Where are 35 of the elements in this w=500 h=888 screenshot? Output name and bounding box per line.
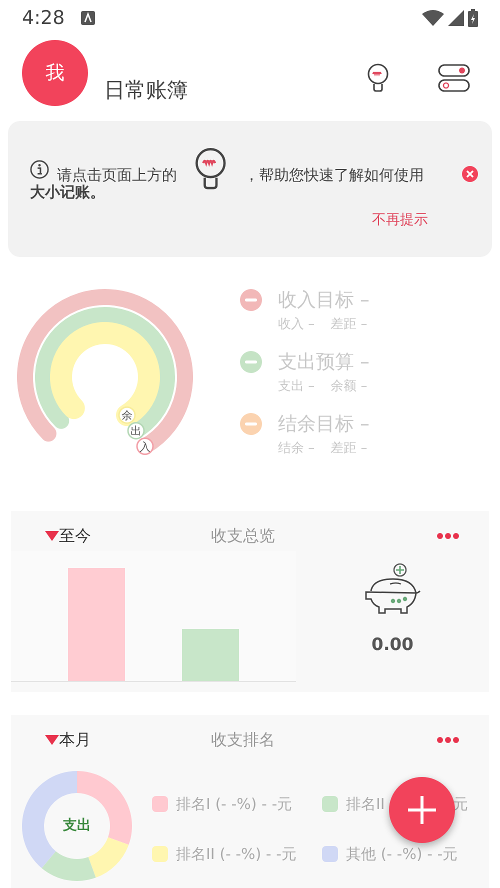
signal-icon (448, 10, 464, 26)
notification-icon (80, 11, 95, 25)
tip-text: ，帮助您快速了解如何使用 (244, 164, 424, 186)
battery-icon (468, 9, 478, 27)
legend-label: 排名I (- -%) - -元 (176, 794, 292, 814)
card-title: 收支排名 (211, 729, 275, 751)
more-button[interactable] (437, 736, 459, 744)
plus-icon (407, 795, 437, 825)
status-time: 4:28 (22, 6, 65, 31)
card-title: 收支总览 (211, 525, 275, 547)
piggy-bank-icon (362, 563, 422, 617)
legend-label: 其他 (- -%) - -元 (346, 844, 458, 865)
legend-label: 排名II (346, 794, 385, 814)
tip-text: 大小记账。 (30, 182, 105, 203)
dropdown-caret-icon (45, 531, 59, 541)
close-button[interactable] (462, 166, 478, 182)
period-dropdown[interactable]: 至今 (45, 524, 91, 548)
ring-label: 入 (136, 438, 154, 456)
ring-label: 出 (127, 422, 145, 440)
period-dropdown[interactable]: 本月 (45, 728, 91, 752)
ledger-title: 日常账簿 (104, 76, 188, 104)
dropdown-caret-icon (45, 735, 59, 745)
more-button[interactable] (437, 532, 459, 540)
bulb-icon (193, 147, 228, 191)
tip-text: 请点击页面上方的 (57, 164, 177, 184)
settings-toggles-icon[interactable] (438, 64, 470, 92)
legend-label: 元 (452, 794, 468, 814)
avatar-button[interactable]: 我 (22, 40, 88, 106)
balance-amount: 0.00 (372, 634, 414, 657)
wifi-icon (422, 10, 444, 26)
dismiss-link[interactable]: 不再提示 (372, 210, 428, 230)
donut-center-label: 支出 (63, 816, 91, 836)
legend-label: 排名II (- -%) - -元 (176, 844, 297, 865)
help-bulb-icon[interactable] (366, 63, 390, 93)
info-icon (30, 160, 49, 178)
